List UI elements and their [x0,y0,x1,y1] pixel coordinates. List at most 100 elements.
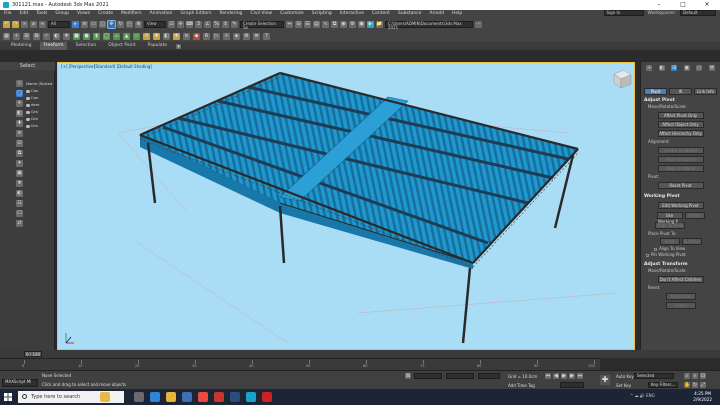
utilities-tab-icon[interactable]: ⚒ [708,65,715,71]
tab-object-paint[interactable]: Object Paint [105,42,138,50]
lock-selection-icon[interactable]: ⊠ [405,373,411,379]
go-to-end-icon[interactable]: ⏭ [577,373,583,379]
time-slider[interactable]: 0 / 100 [0,350,720,358]
menu-civil-view[interactable]: Civil View [246,10,276,18]
y-coordinate-field[interactable] [446,373,474,379]
list-item[interactable]: Gra [26,122,54,129]
spinner-snap-icon[interactable]: ⇕ [222,20,229,28]
go-to-start-icon[interactable]: ⏮ [545,373,551,379]
system-tray[interactable]: ^ ☁ 🔊 ENG [630,393,655,398]
hierarchy-tab-icon[interactable]: ⊞ [671,65,678,71]
edit-named-selection-icon[interactable]: ✎ [231,20,238,28]
display-hidden-icon[interactable]: ◐ [16,190,23,197]
previous-frame-icon[interactable]: ◀ [553,373,559,379]
menu-rendering[interactable]: Rendering [215,10,246,18]
tab-freeform[interactable]: Freeform [40,42,67,50]
chrome-icon[interactable] [198,392,208,402]
undo-icon[interactable]: ↶ [3,20,10,28]
affect-pivot-only-button[interactable]: Affect Pivot Only [657,112,704,119]
display-xrefs-icon[interactable]: ⧉ [16,150,23,157]
assistant-icon[interactable] [100,392,110,402]
select-in-layer-icon[interactable]: ⊠ [33,32,40,40]
create-omni-icon[interactable]: ✺ [153,32,160,40]
align-to-view-button[interactable]: Align To View [655,222,685,229]
display-groups-icon[interactable]: ⊡ [16,140,23,147]
working-pivot-title[interactable]: Working Pivot [641,193,720,200]
keyboard-shortcut-icon[interactable]: ⌨ [186,20,193,28]
create-plane-icon[interactable]: ▱ [133,32,140,40]
arnold-shader-icon[interactable]: ◈ [233,32,240,40]
link-icon[interactable]: ∞ [21,20,28,28]
schematic-view-icon[interactable]: ⧉ [331,20,338,28]
align-to-object-button[interactable]: Align to Object [657,156,704,163]
viewcube-icon[interactable] [610,66,634,90]
menu-arnold[interactable]: Arnold [425,10,448,18]
visibility-eye-icon[interactable] [26,103,30,107]
angle-snap-icon[interactable]: ∠ [204,20,211,28]
align-icon[interactable]: ⊟ [295,20,302,28]
zoom-icon[interactable]: ⌕ [684,373,690,379]
autocad-icon[interactable] [262,392,272,402]
curve-editor-icon[interactable]: ∿ [322,20,329,28]
display-helpers-icon[interactable]: ✚ [16,120,23,127]
modify-tab-icon[interactable]: ◐ [658,65,665,71]
maxscript-listener[interactable]: MAXScript Mi [2,379,38,387]
maximize-viewport-icon[interactable]: ⤢ [700,382,706,388]
arnold-render-icon[interactable]: A [203,32,210,40]
menu-interactive[interactable]: Interactive [336,10,368,18]
menu-substance[interactable]: Substance [394,10,426,18]
render-production-icon[interactable]: ▶ [367,20,374,28]
redo-icon[interactable]: ↷ [12,20,19,28]
viewport-label-view[interactable]: [+] [Perspective] [61,64,95,69]
current-frame-field[interactable] [560,382,584,388]
display-cameras-icon[interactable]: ◧ [16,110,23,117]
display-tab-icon[interactable]: ▭ [696,65,703,71]
rectangular-selection-icon[interactable]: ▭ [90,20,97,28]
hide-layer-icon[interactable]: ◐ [53,32,60,40]
create-cylinder-icon[interactable]: ▮ [93,32,100,40]
create-helper-icon[interactable]: ✚ [173,32,180,40]
display-bones-icon[interactable]: ✦ [16,160,23,167]
ik-segment[interactable]: IK [669,88,692,95]
visibility-eye-icon[interactable] [26,96,30,100]
windows-start-icon[interactable] [4,393,12,401]
next-frame-icon[interactable]: ▶ [569,373,575,379]
visibility-eye-icon[interactable] [26,117,30,121]
perspective-viewport[interactable]: [+] [Perspective] [Standard] [Default Sh… [57,62,635,350]
reference-coordinate-dropdown[interactable]: View [144,20,166,28]
edit-working-pivot-button[interactable]: Edit Working Pivot [657,202,704,209]
selected-dropdown[interactable]: Selected [634,373,674,379]
create-light-icon[interactable]: ☀ [143,32,150,40]
motion-tab-icon[interactable]: ◉ [683,65,690,71]
task-view-icon[interactable] [134,392,144,402]
bind-space-warp-icon[interactable]: ≈ [39,20,46,28]
tab-selection[interactable]: Selection [73,42,100,50]
visibility-eye-icon[interactable] [26,124,30,128]
menu-graph-editors[interactable]: Graph Editors [177,10,216,18]
affect-hierarchy-only-button[interactable]: Affect Hierarchy Only [657,130,704,137]
acrobat-icon[interactable] [214,392,224,402]
set-current-layer-icon[interactable]: ✓ [43,32,50,40]
arnold-help-icon[interactable]: ? [263,32,270,40]
tab-modeling[interactable]: Modeling [8,42,34,50]
add-to-layer-icon[interactable]: ⊞ [23,32,30,40]
play-icon[interactable]: ▶ [561,373,567,379]
named-selection-dropdown[interactable]: Create Selection Se [240,20,284,29]
manipulate-icon[interactable]: ✢ [177,20,184,28]
tab-populate[interactable]: Populate [145,42,171,50]
create-teapot-icon[interactable]: ☕ [113,32,120,40]
adjust-pivot-title[interactable]: Adjust Pivot [641,97,720,104]
mirror-icon[interactable]: ⇔ [286,20,293,28]
pivot-center-icon[interactable]: ⊡ [168,20,175,28]
auto-key-button[interactable]: Auto Key [616,374,634,379]
photoshop-icon[interactable] [230,392,240,402]
list-item[interactable]: Can [26,94,54,101]
link-info-segment[interactable]: Link Info [694,88,717,95]
pan-icon[interactable]: ✋ [684,382,690,388]
visibility-eye-icon[interactable] [26,110,30,114]
visibility-eye-icon[interactable] [26,89,30,93]
add-time-tag-button[interactable]: Add Time Tag [508,383,535,388]
project-path-field[interactable]: C:\Users\ADMIN\Documents\3ds Max 2021 [385,20,473,29]
3ds-max-taskbar-icon[interactable] [246,392,256,402]
create-tab-icon[interactable]: ＋ [646,65,653,71]
